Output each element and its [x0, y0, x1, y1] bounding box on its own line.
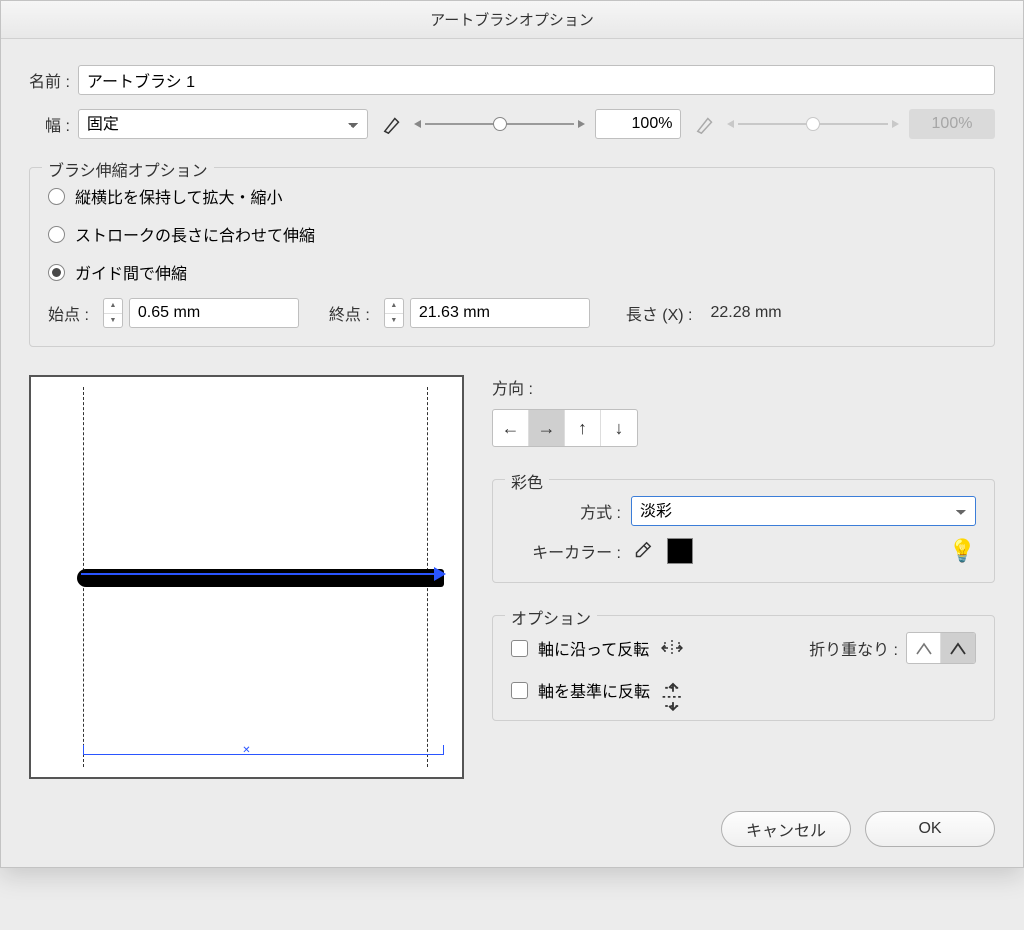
eyedropper-icon[interactable]: [631, 540, 653, 562]
width-slider-1[interactable]: [414, 120, 586, 128]
method-label: 方式 :: [511, 499, 621, 523]
name-label: 名前 :: [29, 68, 70, 92]
stretch-opt1-row[interactable]: 縦横比を保持して拡大・縮小: [48, 184, 976, 208]
length-x-icon: ✕: [242, 745, 250, 756]
start-stepper[interactable]: ▲▼: [103, 298, 123, 328]
width-label: 幅 :: [45, 112, 70, 136]
radio-icon: [48, 188, 65, 205]
name-field[interactable]: [78, 65, 995, 95]
ok-button[interactable]: OK: [865, 811, 995, 847]
direction-up-button[interactable]: ↑: [565, 410, 601, 446]
end-field[interactable]: [410, 298, 590, 328]
flip-along-checkbox[interactable]: [511, 640, 528, 657]
width-value-2-disabled: 100%: [909, 109, 995, 139]
start-field[interactable]: [129, 298, 299, 328]
length-bracket: [83, 745, 444, 755]
radio-icon: [48, 226, 65, 243]
pen-variable-icon: [695, 113, 717, 135]
stretch-group-title: ブラシ伸縮オプション: [42, 157, 214, 181]
dialog-title: アートブラシオプション: [1, 1, 1023, 39]
stretch-opt3-row[interactable]: ガイド間で伸縮: [48, 260, 976, 284]
keycolor-label: キーカラー :: [511, 539, 621, 563]
flip-horizontal-icon: [659, 638, 685, 658]
cancel-button[interactable]: キャンセル: [721, 811, 851, 847]
direction-left-button[interactable]: ←: [493, 410, 529, 446]
options-group: オプション 軸に沿って反転 折り重なり :: [492, 615, 995, 721]
method-select[interactable]: 淡彩: [631, 496, 976, 526]
end-stepper[interactable]: ▲▼: [384, 298, 404, 328]
start-label: 始点 :: [48, 301, 89, 325]
flip-across-label: 軸を基準に反転: [538, 678, 650, 702]
brush-stroke-preview: [77, 569, 444, 587]
length-value: 22.28 mm: [710, 304, 781, 322]
flip-across-checkbox[interactable]: [511, 682, 528, 699]
options-title: オプション: [505, 605, 597, 629]
overlap-off-button[interactable]: [907, 633, 941, 663]
pen-fixed-icon: [382, 113, 404, 135]
stretch-group: ブラシ伸縮オプション 縦横比を保持して拡大・縮小 ストロークの長さに合わせて伸縮…: [29, 167, 995, 347]
direction-down-button[interactable]: ↓: [601, 410, 637, 446]
ok-label: OK: [918, 820, 941, 838]
overlap-on-button[interactable]: [941, 633, 975, 663]
direction-right-button[interactable]: →: [529, 410, 565, 446]
brush-preview: ✕: [29, 375, 464, 779]
overlap-label: 折り重なり :: [809, 636, 898, 660]
direction-arrow-line: [81, 573, 440, 575]
end-label: 終点 :: [329, 301, 370, 325]
tips-lightbulb-icon[interactable]: 💡: [949, 538, 976, 564]
art-brush-options-dialog: アートブラシオプション 名前 : 幅 : 固定: [0, 0, 1024, 868]
direction-label: 方向 :: [492, 381, 533, 398]
width-slider-2: [727, 120, 899, 128]
keycolor-swatch[interactable]: [667, 538, 693, 564]
overlap-buttons: [906, 632, 976, 664]
direction-buttons: ← → ↑ ↓: [492, 409, 638, 447]
width-value-1[interactable]: [595, 109, 681, 139]
length-label: 長さ (X) :: [626, 301, 693, 325]
cancel-label: キャンセル: [746, 817, 826, 841]
flip-vertical-icon: [660, 680, 686, 700]
flip-along-label: 軸に沿って反転: [538, 636, 649, 660]
stretch-opt1-label: 縦横比を保持して拡大・縮小: [75, 184, 283, 208]
colorization-group: 彩色 方式 : 淡彩 キーカラー : 💡: [492, 479, 995, 583]
width-mode-select[interactable]: 固定: [78, 109, 368, 139]
stretch-opt2-row[interactable]: ストロークの長さに合わせて伸縮: [48, 222, 976, 246]
direction-arrowhead-icon: [434, 567, 446, 581]
stretch-opt2-label: ストロークの長さに合わせて伸縮: [75, 222, 315, 246]
radio-checked-icon: [48, 264, 65, 281]
dialog-title-text: アートブラシオプション: [430, 9, 594, 30]
colorization-title: 彩色: [505, 469, 549, 493]
stretch-opt3-label: ガイド間で伸縮: [75, 260, 187, 284]
